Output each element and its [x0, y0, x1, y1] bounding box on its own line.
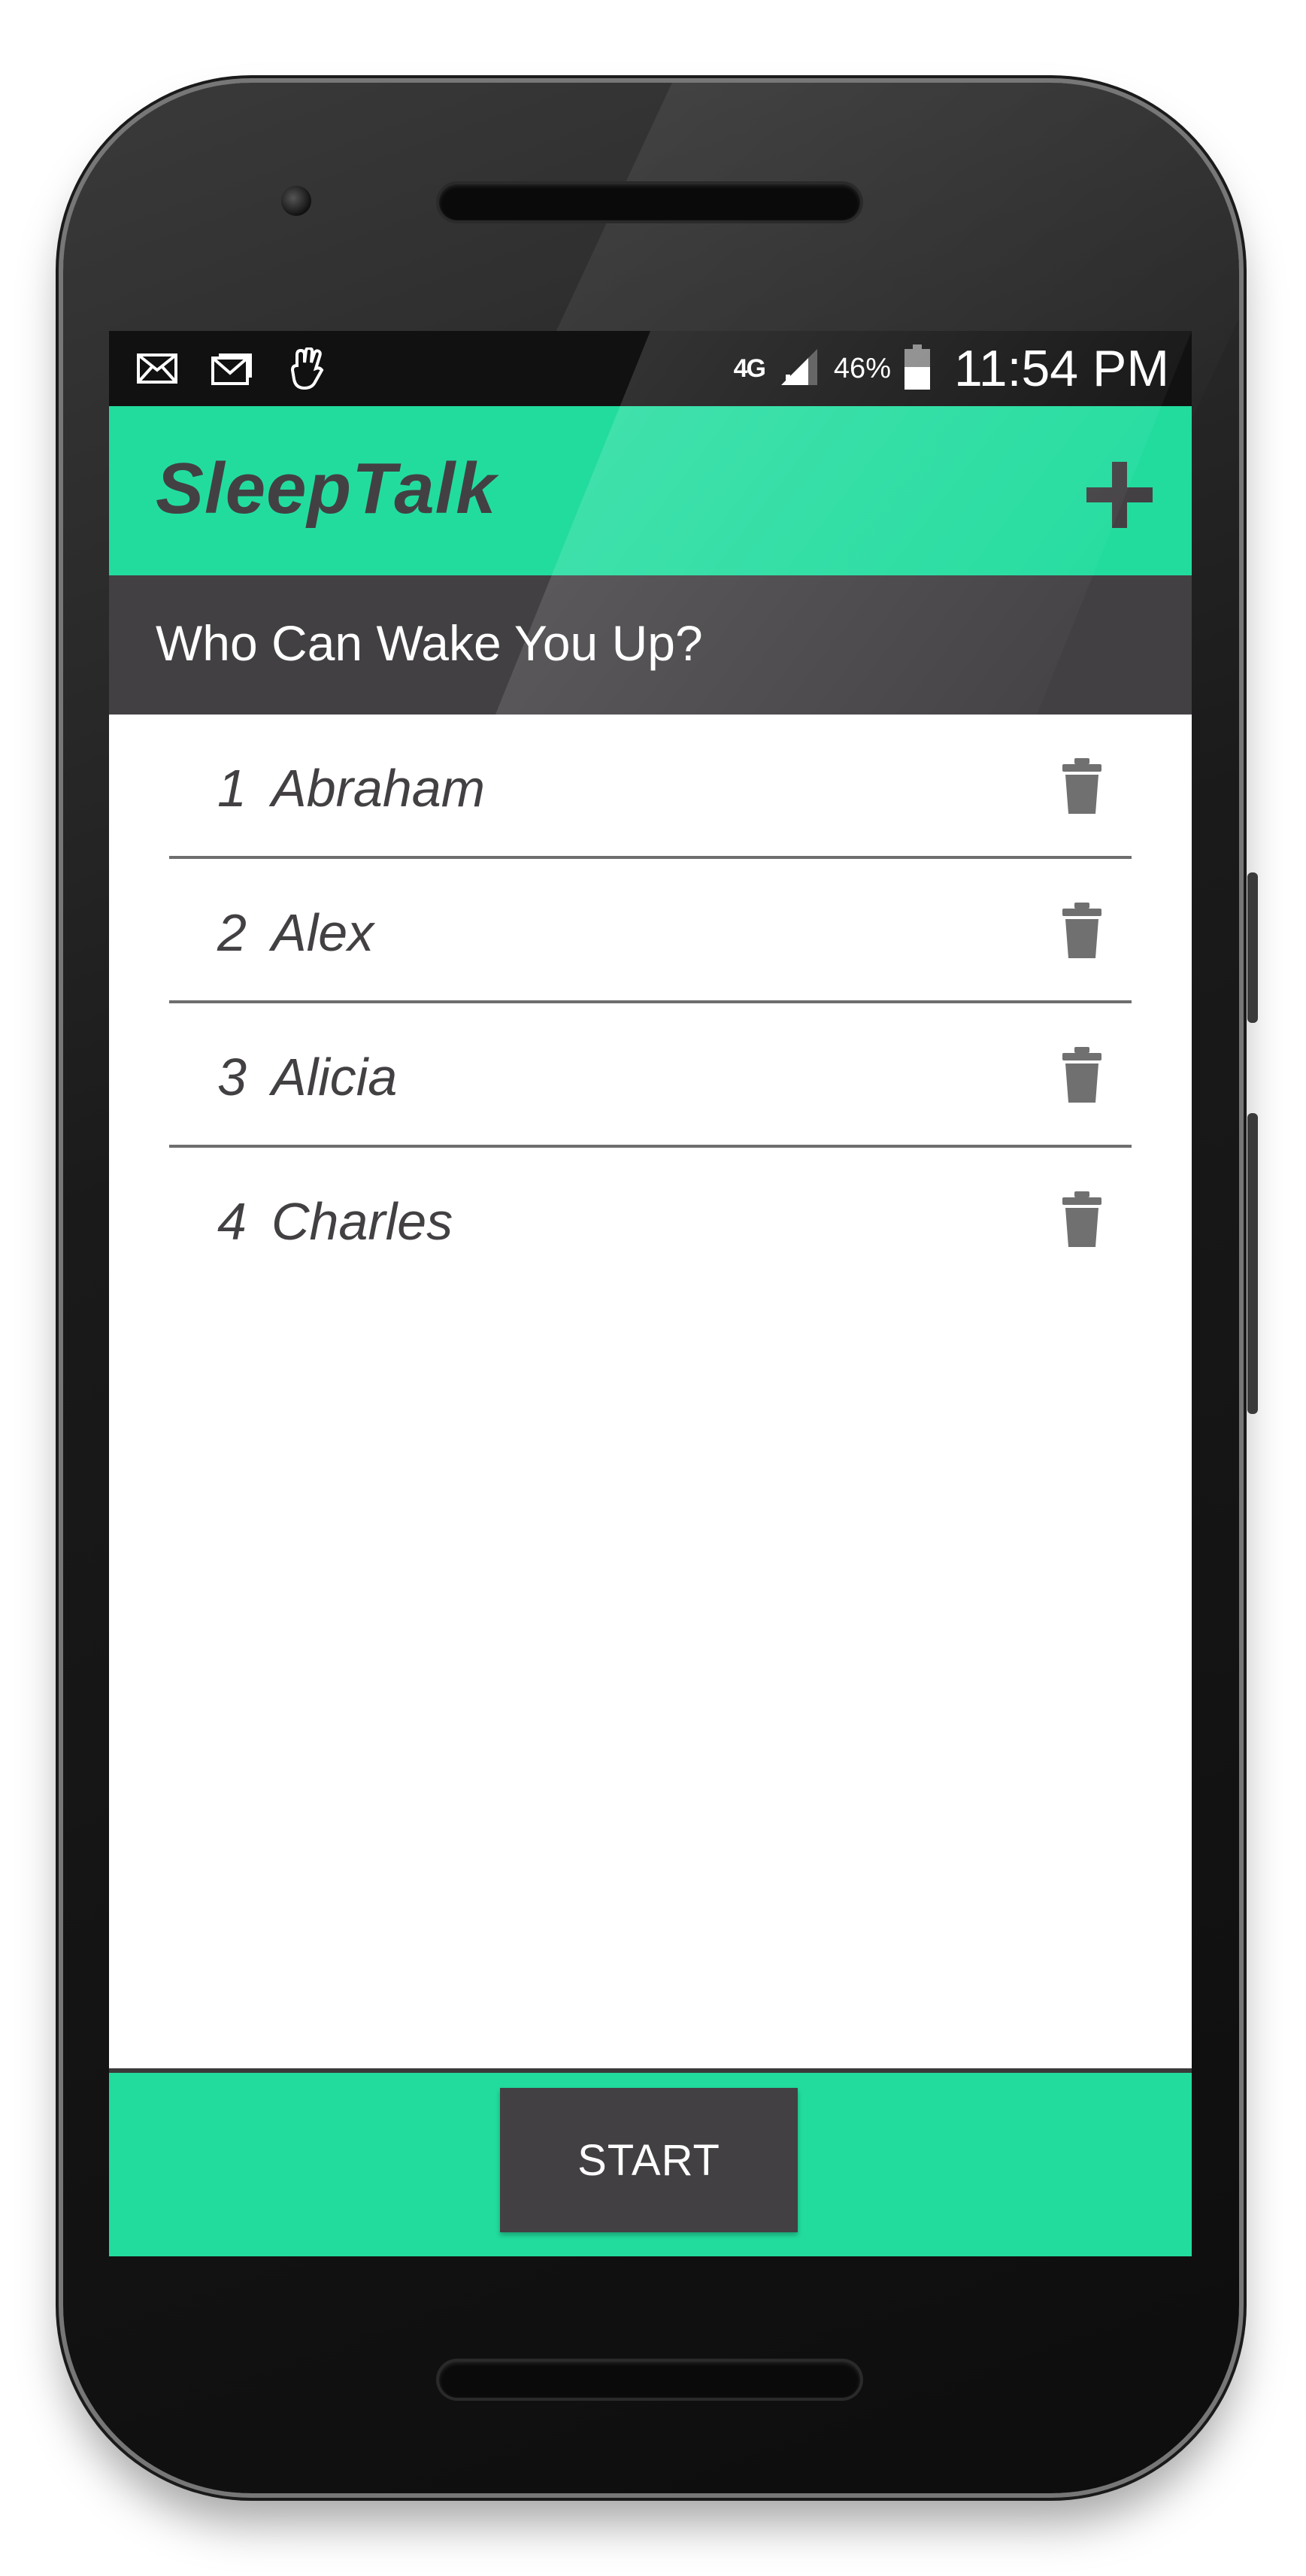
delete-button[interactable]: [1059, 1191, 1104, 1249]
top-speaker: [439, 184, 860, 220]
list-item[interactable]: 3 Alicia: [169, 1003, 1132, 1148]
mail-icon: [136, 347, 178, 390]
gmail-icon: [211, 347, 253, 390]
bottom-speaker: [439, 2362, 860, 2398]
bottom-bar: START: [109, 2068, 1192, 2256]
contact-list: 1 Abraham 2 Alex 3 Alicia 4 Charles: [169, 715, 1132, 1292]
contact-number: 2: [217, 903, 247, 962]
delete-button[interactable]: [1059, 903, 1104, 960]
battery-icon: [904, 344, 930, 393]
contact-number: 4: [217, 1192, 247, 1251]
contact-number: 1: [217, 759, 247, 818]
trash-icon: [1062, 903, 1101, 958]
contact-name: Abraham: [271, 759, 486, 818]
contact-name: Charles: [271, 1192, 453, 1251]
delete-button[interactable]: [1059, 758, 1104, 815]
front-camera: [281, 186, 311, 216]
app-screen: 4G 46% 11:54 PM SleepTalk Who Can Wake Y…: [109, 331, 1192, 2256]
trash-icon: [1062, 758, 1101, 814]
signal-bars-icon: [778, 346, 820, 392]
status-bar: 4G 46% 11:54 PM: [109, 331, 1192, 406]
hand-icon: [286, 347, 329, 390]
start-button[interactable]: START: [500, 2088, 798, 2232]
section-header: Who Can Wake You Up?: [109, 575, 1192, 715]
plus-icon: [1086, 462, 1153, 528]
app-title: SleepTalk: [156, 448, 497, 529]
contact-name: Alicia: [271, 1048, 398, 1106]
app-bar: SleepTalk: [109, 406, 1192, 575]
network-type: 4G: [733, 353, 766, 383]
system-status: 4G 46% 11:54 PM: [734, 331, 1169, 406]
contact-name: Alex: [271, 903, 374, 962]
volume-button: [1247, 1113, 1258, 1414]
list-item[interactable]: 4 Charles: [169, 1148, 1132, 1292]
list-item[interactable]: 1 Abraham: [169, 715, 1132, 859]
section-title: Who Can Wake You Up?: [156, 615, 703, 671]
contact-number: 3: [217, 1048, 247, 1106]
list-item[interactable]: 2 Alex: [169, 859, 1132, 1003]
delete-button[interactable]: [1059, 1047, 1104, 1104]
notification-icons: [136, 347, 329, 390]
power-button: [1247, 872, 1258, 1023]
trash-icon: [1062, 1191, 1101, 1247]
battery-percent: 46%: [833, 352, 891, 384]
trash-icon: [1062, 1047, 1101, 1103]
add-contact-button[interactable]: [1083, 459, 1156, 531]
clock: 11:54 PM: [953, 340, 1169, 397]
